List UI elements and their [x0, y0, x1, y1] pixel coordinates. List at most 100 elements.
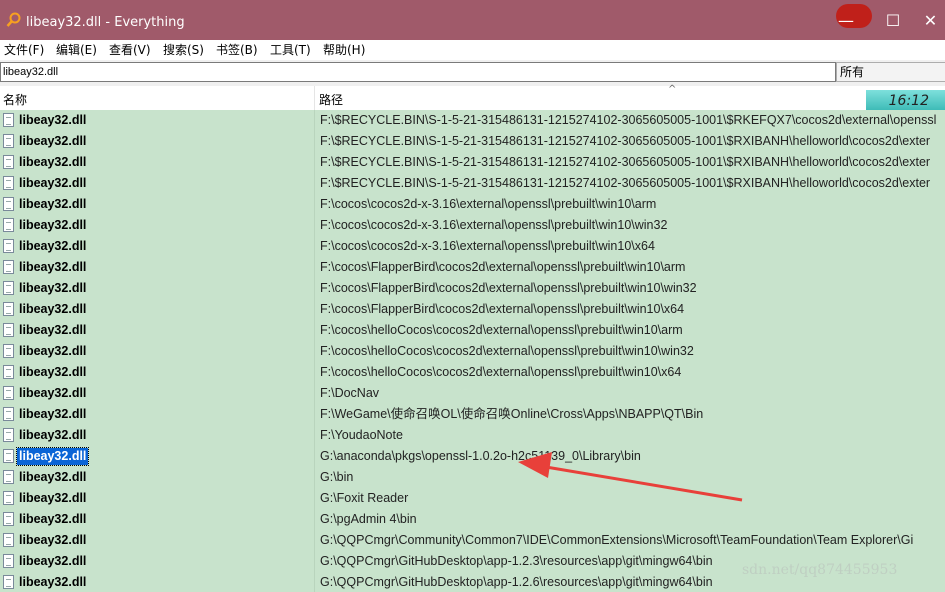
table-row[interactable]: libeay32.dll F:\$RECYCLE.BIN\S-1-5-21-315…	[0, 173, 945, 194]
table-row[interactable]: libeay32.dll F:\cocos\cocos2d-x-3.16\exte…	[0, 236, 945, 257]
search-input[interactable]: libeay32.dll	[0, 62, 836, 82]
table-row[interactable]: libeay32.dll F:\cocos\FlapperBird\cocos2d…	[0, 257, 945, 278]
column-divider	[314, 530, 315, 551]
file-path: F:\cocos\helloCocos\cocos2d\external\ope…	[320, 365, 682, 379]
table-row[interactable]: libeay32.dll G:\pgAdmin 4\bin	[0, 509, 945, 530]
dll-file-icon	[3, 302, 14, 316]
table-row[interactable]: libeay32.dll G:\Foxit Reader	[0, 488, 945, 509]
file-name: libeay32.dll	[19, 176, 87, 190]
dll-file-icon	[3, 449, 14, 463]
filter-select[interactable]: 所有	[836, 62, 945, 82]
search-row: libeay32.dll 所有	[0, 60, 945, 86]
file-path: F:\$RECYCLE.BIN\S-1-5-21-315486131-12152…	[320, 134, 931, 148]
menu-file[interactable]: 文件(F)	[4, 42, 44, 58]
table-row[interactable]: libeay32.dll F:\cocos\cocos2d-x-3.16\exte…	[0, 194, 945, 215]
file-path: F:\DocNav	[320, 386, 380, 400]
file-path: F:\cocos\helloCocos\cocos2d\external\ope…	[320, 323, 683, 337]
file-name: libeay32.dll	[19, 470, 87, 484]
file-name: libeay32.dll	[19, 407, 87, 421]
table-row[interactable]: libeay32.dll F:\$RECYCLE.BIN\S-1-5-21-315…	[0, 131, 945, 152]
table-row[interactable]: libeay32.dll G:\anaconda\pkgs\openssl-1.0…	[0, 446, 945, 467]
dll-file-icon	[3, 155, 14, 169]
column-divider	[314, 362, 315, 383]
column-divider	[314, 383, 315, 404]
table-row[interactable]: libeay32.dll F:\cocos\helloCocos\cocos2d\…	[0, 362, 945, 383]
table-row[interactable]: libeay32.dll G:\bin	[0, 467, 945, 488]
column-divider	[314, 194, 315, 215]
magnifier-app-icon	[6, 12, 21, 27]
dll-file-icon	[3, 575, 14, 589]
menu-help[interactable]: 帮助(H)	[323, 42, 365, 58]
table-row[interactable]: libeay32.dll F:\cocos\FlapperBird\cocos2d…	[0, 278, 945, 299]
clock-overlay: 16:12	[866, 90, 945, 112]
menu-tools[interactable]: 工具(T)	[270, 42, 311, 58]
column-divider	[314, 110, 315, 131]
watermark: sdn.net/qq874455953	[742, 562, 898, 578]
column-divider	[314, 299, 315, 320]
menu-view[interactable]: 查看(V)	[109, 42, 151, 58]
column-divider[interactable]	[314, 86, 315, 110]
dll-file-icon	[3, 323, 14, 337]
minimize-button[interactable]: —	[823, 0, 869, 40]
title-bar: libeay32.dll - Everything — ☐ ✕	[0, 0, 945, 40]
column-divider	[314, 425, 315, 446]
file-name: libeay32.dll	[15, 447, 90, 466]
column-divider	[314, 131, 315, 152]
dll-file-icon	[3, 218, 14, 232]
file-path: F:\cocos\FlapperBird\cocos2d\external\op…	[320, 302, 685, 316]
column-divider	[314, 551, 315, 572]
results-list[interactable]: libeay32.dll F:\$RECYCLE.BIN\S-1-5-21-315…	[0, 110, 945, 592]
dll-file-icon	[3, 176, 14, 190]
table-row[interactable]: libeay32.dll F:\cocos\helloCocos\cocos2d\…	[0, 341, 945, 362]
sort-ascending-icon: ^	[668, 84, 677, 95]
dll-file-icon	[3, 512, 14, 526]
file-name: libeay32.dll	[19, 344, 87, 358]
dll-file-icon	[3, 386, 14, 400]
file-path: G:\bin	[320, 470, 354, 484]
file-name: libeay32.dll	[19, 197, 87, 211]
column-divider	[314, 446, 315, 467]
column-divider	[314, 404, 315, 425]
file-path: G:\QQPCmgr\GitHubDesktop\app-1.2.3\resou…	[320, 554, 713, 568]
file-path: G:\anaconda\pkgs\openssl-1.0.2o-h2c51139…	[320, 449, 641, 463]
menu-search[interactable]: 搜索(S)	[163, 42, 204, 58]
file-name: libeay32.dll	[19, 260, 87, 274]
table-row[interactable]: libeay32.dll F:\$RECYCLE.BIN\S-1-5-21-315…	[0, 152, 945, 173]
file-name: libeay32.dll	[19, 155, 87, 169]
table-row[interactable]: libeay32.dll F:\cocos\FlapperBird\cocos2d…	[0, 299, 945, 320]
table-row[interactable]: libeay32.dll F:\$RECYCLE.BIN\S-1-5-21-315…	[0, 110, 945, 131]
dll-file-icon	[3, 554, 14, 568]
column-divider	[314, 236, 315, 257]
file-name: libeay32.dll	[19, 575, 87, 589]
file-path: G:\QQPCmgr\Community\Common7\IDE\CommonE…	[320, 533, 914, 547]
file-path: G:\QQPCmgr\GitHubDesktop\app-1.2.6\resou…	[320, 575, 713, 589]
maximize-button[interactable]: ☐	[870, 0, 916, 40]
column-divider	[314, 173, 315, 194]
menu-edit[interactable]: 编辑(E)	[56, 42, 97, 58]
table-row[interactable]: libeay32.dll F:\DocNav	[0, 383, 945, 404]
column-divider	[314, 152, 315, 173]
file-path: F:\cocos\FlapperBird\cocos2d\external\op…	[320, 281, 697, 295]
dll-file-icon	[3, 533, 14, 547]
column-name-header[interactable]: 名称	[3, 91, 27, 108]
close-button[interactable]: ✕	[916, 0, 945, 40]
table-row[interactable]: libeay32.dll F:\WeGame\使命召唤OL\使命召唤Online\…	[0, 404, 945, 425]
table-row[interactable]: libeay32.dll F:\cocos\cocos2d-x-3.16\exte…	[0, 215, 945, 236]
table-row[interactable]: libeay32.dll F:\YoudaoNote	[0, 425, 945, 446]
table-row[interactable]: libeay32.dll F:\cocos\helloCocos\cocos2d\…	[0, 320, 945, 341]
column-divider	[314, 257, 315, 278]
file-name: libeay32.dll	[19, 113, 87, 127]
menu-bar: 文件(F) 编辑(E) 查看(V) 搜索(S) 书签(B) 工具(T) 帮助(H…	[0, 40, 945, 60]
column-path-header[interactable]: 路径	[319, 91, 343, 108]
menu-bookmarks[interactable]: 书签(B)	[216, 42, 258, 58]
file-name: libeay32.dll	[19, 323, 87, 337]
dll-file-icon	[3, 491, 14, 505]
dll-file-icon	[3, 113, 14, 127]
file-name: libeay32.dll	[19, 428, 87, 442]
dll-file-icon	[3, 260, 14, 274]
table-row[interactable]: libeay32.dll G:\QQPCmgr\Community\Common7…	[0, 530, 945, 551]
file-name: libeay32.dll	[19, 218, 87, 232]
file-name: libeay32.dll	[19, 554, 87, 568]
dll-file-icon	[3, 344, 14, 358]
file-path: F:\$RECYCLE.BIN\S-1-5-21-315486131-12152…	[320, 113, 937, 127]
